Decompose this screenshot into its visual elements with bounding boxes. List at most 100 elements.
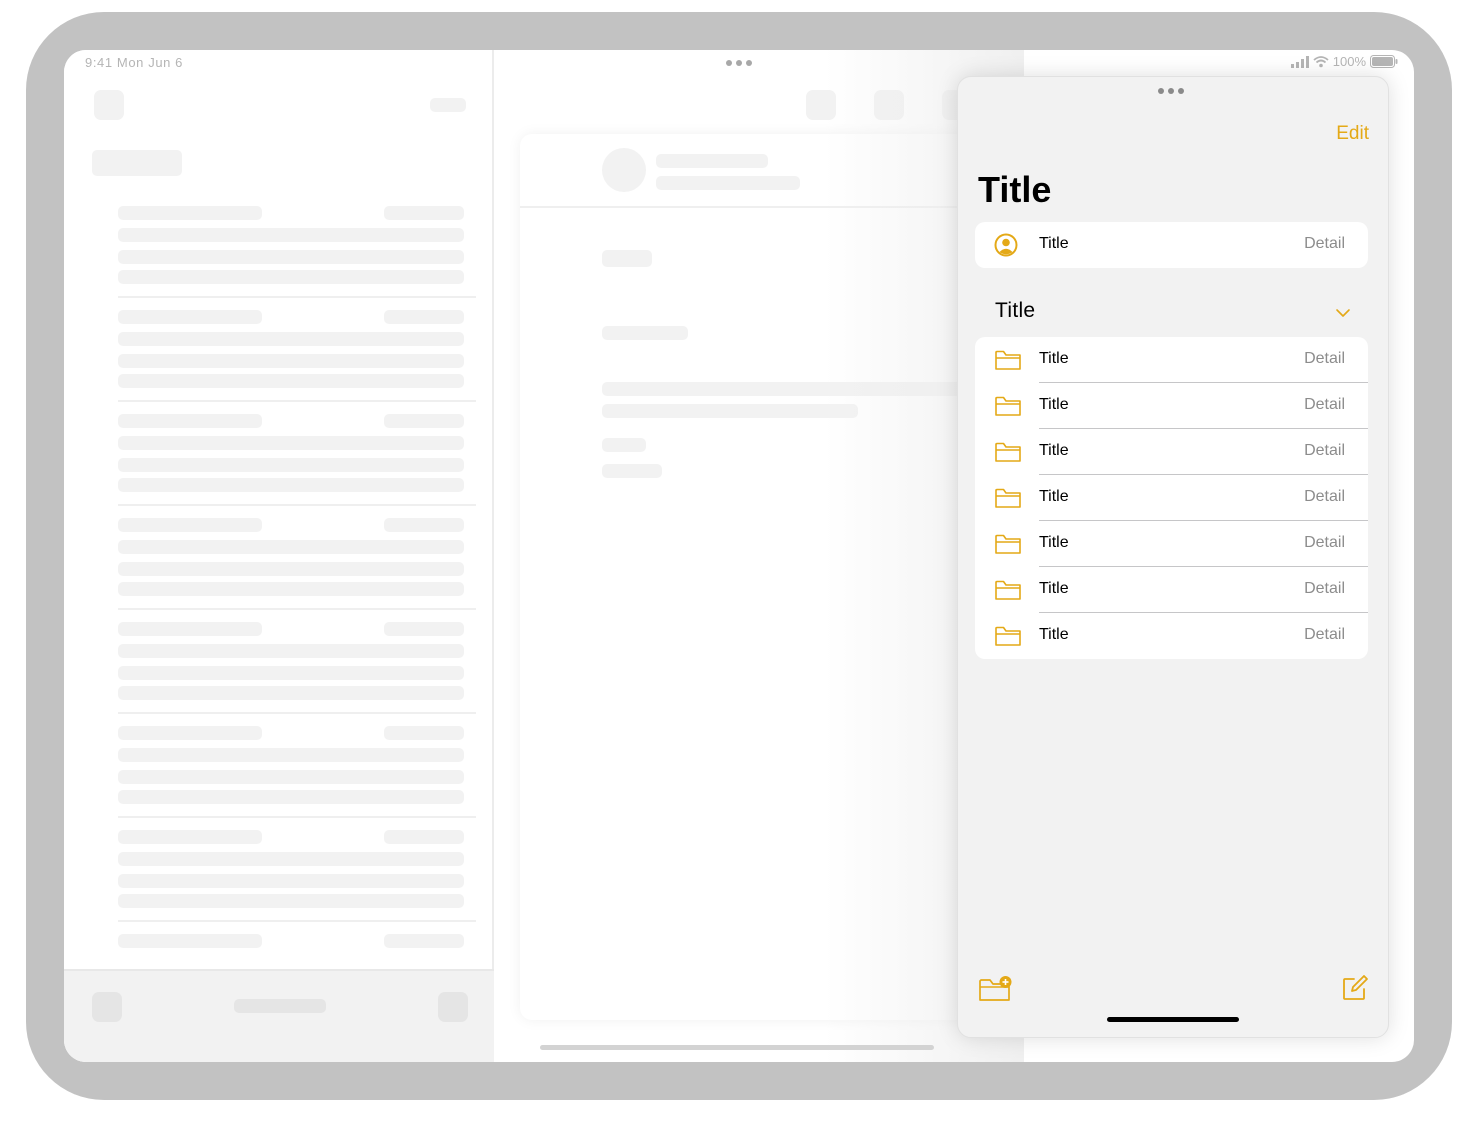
text-placeholder [602, 438, 646, 452]
list-item-placeholder [118, 518, 262, 532]
sidebar-toolbar-placeholder [64, 969, 494, 1062]
list-item-placeholder [118, 354, 464, 368]
list-item-placeholder [118, 228, 464, 242]
row-title: Title [1039, 442, 1069, 459]
toolbar-center-placeholder [234, 999, 326, 1013]
row-detail: Detail [1304, 580, 1345, 597]
row-detail: Detail [1304, 626, 1345, 643]
account-row[interactable]: Title Detail [975, 222, 1368, 268]
row-title: Title [1039, 626, 1069, 643]
edit-button[interactable]: Edit [1336, 123, 1369, 145]
panel-grabber-icon[interactable] [1158, 88, 1184, 94]
list-item-placeholder [118, 748, 464, 762]
row-detail: Detail [1304, 235, 1345, 252]
multitasking-dots-icon[interactable] [726, 60, 752, 66]
battery-percentage: 100% [1332, 54, 1366, 69]
list-separator [118, 608, 476, 610]
list-item-placeholder [118, 790, 464, 804]
folder-row[interactable]: Title Detail [975, 383, 1368, 429]
list-separator [118, 504, 476, 506]
section-header: Title [995, 299, 1036, 322]
folder-row[interactable]: Title Detail [975, 567, 1368, 613]
status-indicators: 100% [1290, 54, 1398, 69]
folder-row[interactable]: Title Detail [975, 613, 1368, 659]
list-item-placeholder [118, 374, 464, 388]
list-item-placeholder [384, 414, 464, 428]
cellular-signal-icon [1290, 55, 1309, 68]
list-separator [118, 400, 476, 402]
list-item-placeholder [118, 562, 464, 576]
list-item-placeholder [118, 726, 262, 740]
home-indicator [540, 1045, 934, 1050]
folder-icon [995, 442, 1021, 462]
folder-list: Title Detail Title Detail Title Detail Title De… [975, 337, 1368, 659]
list-item-placeholder [118, 644, 464, 658]
page-title: Title [978, 169, 1052, 210]
row-detail: Detail [1304, 442, 1345, 459]
battery-icon [1370, 55, 1398, 68]
list-item-placeholder [118, 478, 464, 492]
chevron-down-icon[interactable] [1335, 305, 1351, 321]
wifi-icon [1313, 55, 1329, 67]
row-detail: Detail [1304, 534, 1345, 551]
list-separator [118, 920, 476, 922]
text-placeholder [602, 404, 858, 418]
list-item-placeholder [118, 934, 262, 948]
list-item-placeholder [118, 250, 464, 264]
list-item-placeholder [384, 934, 464, 948]
list-item-placeholder [118, 770, 464, 784]
folder-row[interactable]: Title Detail [975, 429, 1368, 475]
list-item-placeholder [118, 540, 464, 554]
row-detail: Detail [1304, 350, 1345, 367]
list-item-placeholder [384, 726, 464, 740]
list-separator [118, 296, 476, 298]
square-and-pencil-icon[interactable] [1341, 974, 1369, 1002]
row-title: Title [1039, 350, 1069, 367]
folder-row[interactable]: Title Detail [975, 521, 1368, 567]
list-item-placeholder [384, 206, 464, 220]
avatar-placeholder [602, 148, 646, 192]
list-item-placeholder [118, 852, 464, 866]
list-item-placeholder [384, 830, 464, 844]
toolbar-right-placeholder [438, 992, 468, 1022]
folder-icon [995, 396, 1021, 416]
list-separator [118, 712, 476, 714]
list-item-placeholder [384, 622, 464, 636]
row-title: Title [1039, 396, 1069, 413]
folder-icon [995, 626, 1021, 646]
row-detail: Detail [1304, 396, 1345, 413]
folder-row[interactable]: Title Detail [975, 337, 1368, 383]
row-title: Title [1039, 235, 1069, 252]
list-item-placeholder [118, 436, 464, 450]
folder-icon [995, 534, 1021, 554]
text-placeholder [602, 326, 688, 340]
folder-icon [995, 580, 1021, 600]
folder-icon [995, 488, 1021, 508]
folder-badge-plus-icon[interactable] [978, 974, 1014, 1004]
list-item-placeholder [118, 582, 464, 596]
toolbar-left-placeholder [92, 992, 122, 1022]
header-line-placeholder [656, 154, 768, 168]
folder-icon [995, 350, 1021, 370]
status-time: 9:41 Mon Jun 6 [85, 55, 184, 70]
list-item-placeholder [384, 518, 464, 532]
person-crop-circle-icon [994, 233, 1018, 257]
text-placeholder [602, 464, 662, 478]
list-item-placeholder [118, 332, 464, 346]
list-item-placeholder [118, 270, 464, 284]
row-detail: Detail [1304, 488, 1345, 505]
sidebar-title-placeholder [92, 150, 182, 176]
header-line-placeholder [656, 176, 800, 190]
account-group: Title Detail [975, 222, 1368, 268]
row-title: Title [1039, 488, 1069, 505]
list-item-placeholder [118, 206, 262, 220]
list-item-placeholder [118, 414, 262, 428]
list-separator [118, 816, 476, 818]
panel-home-indicator [1107, 1017, 1239, 1022]
list-item-placeholder [118, 666, 464, 680]
folder-row[interactable]: Title Detail [975, 475, 1368, 521]
row-title: Title [1039, 580, 1069, 597]
sidebar-placeholder [64, 50, 494, 1062]
list-item-placeholder [118, 310, 262, 324]
list-item-placeholder [118, 894, 464, 908]
